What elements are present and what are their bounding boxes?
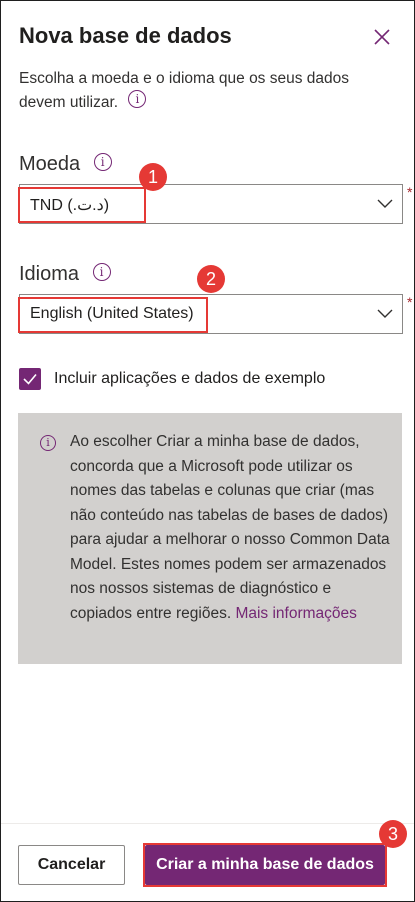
- annotation-badge-2: 2: [197, 265, 225, 293]
- annotation-badge-3: 3: [379, 820, 407, 848]
- checkmark-icon: [23, 373, 37, 385]
- create-button-highlight: [143, 843, 387, 887]
- currency-highlight: [18, 187, 146, 223]
- panel-description: Escolha a moeda e o idioma que os seus d…: [19, 67, 399, 115]
- annotation-badge-1: 1: [139, 163, 167, 191]
- language-info-icon[interactable]: i: [92, 262, 111, 281]
- sample-data-label: Incluir aplicações e dados de exemplo: [54, 370, 326, 387]
- privacy-notice: i Ao escolher Criar a minha base de dado…: [18, 413, 402, 664]
- cancel-button[interactable]: Cancelar: [18, 845, 125, 885]
- language-label: Idioma i: [19, 262, 111, 286]
- more-info-link[interactable]: Mais informações: [235, 605, 356, 622]
- notice-info-icon: i: [40, 435, 56, 451]
- currency-label-text: Moeda: [19, 153, 81, 175]
- description-line-2: devem utilizar.: [19, 94, 119, 111]
- currency-required-mark: *: [407, 184, 413, 200]
- currency-info-icon[interactable]: i: [93, 152, 112, 171]
- notice-text: Ao escolher Criar a minha base de dados,…: [70, 430, 392, 626]
- sample-data-checkbox[interactable]: [19, 368, 41, 390]
- language-highlight: [18, 297, 208, 333]
- chevron-down-icon: [377, 309, 393, 318]
- close-icon[interactable]: [371, 26, 393, 48]
- description-line-1: Escolha a moeda e o idioma que os seus d…: [19, 70, 350, 87]
- new-database-panel: Nova base de dados Escolha a moeda e o i…: [0, 0, 415, 902]
- info-icon[interactable]: i: [128, 89, 147, 108]
- panel-title: Nova base de dados: [19, 23, 232, 48]
- language-required-mark: *: [407, 294, 413, 310]
- currency-label: Moeda i: [19, 152, 112, 176]
- footer-divider: [1, 823, 414, 824]
- chevron-down-icon: [377, 199, 393, 208]
- language-label-text: Idioma: [19, 263, 80, 285]
- notice-body: Ao escolher Criar a minha base de dados,…: [70, 433, 390, 622]
